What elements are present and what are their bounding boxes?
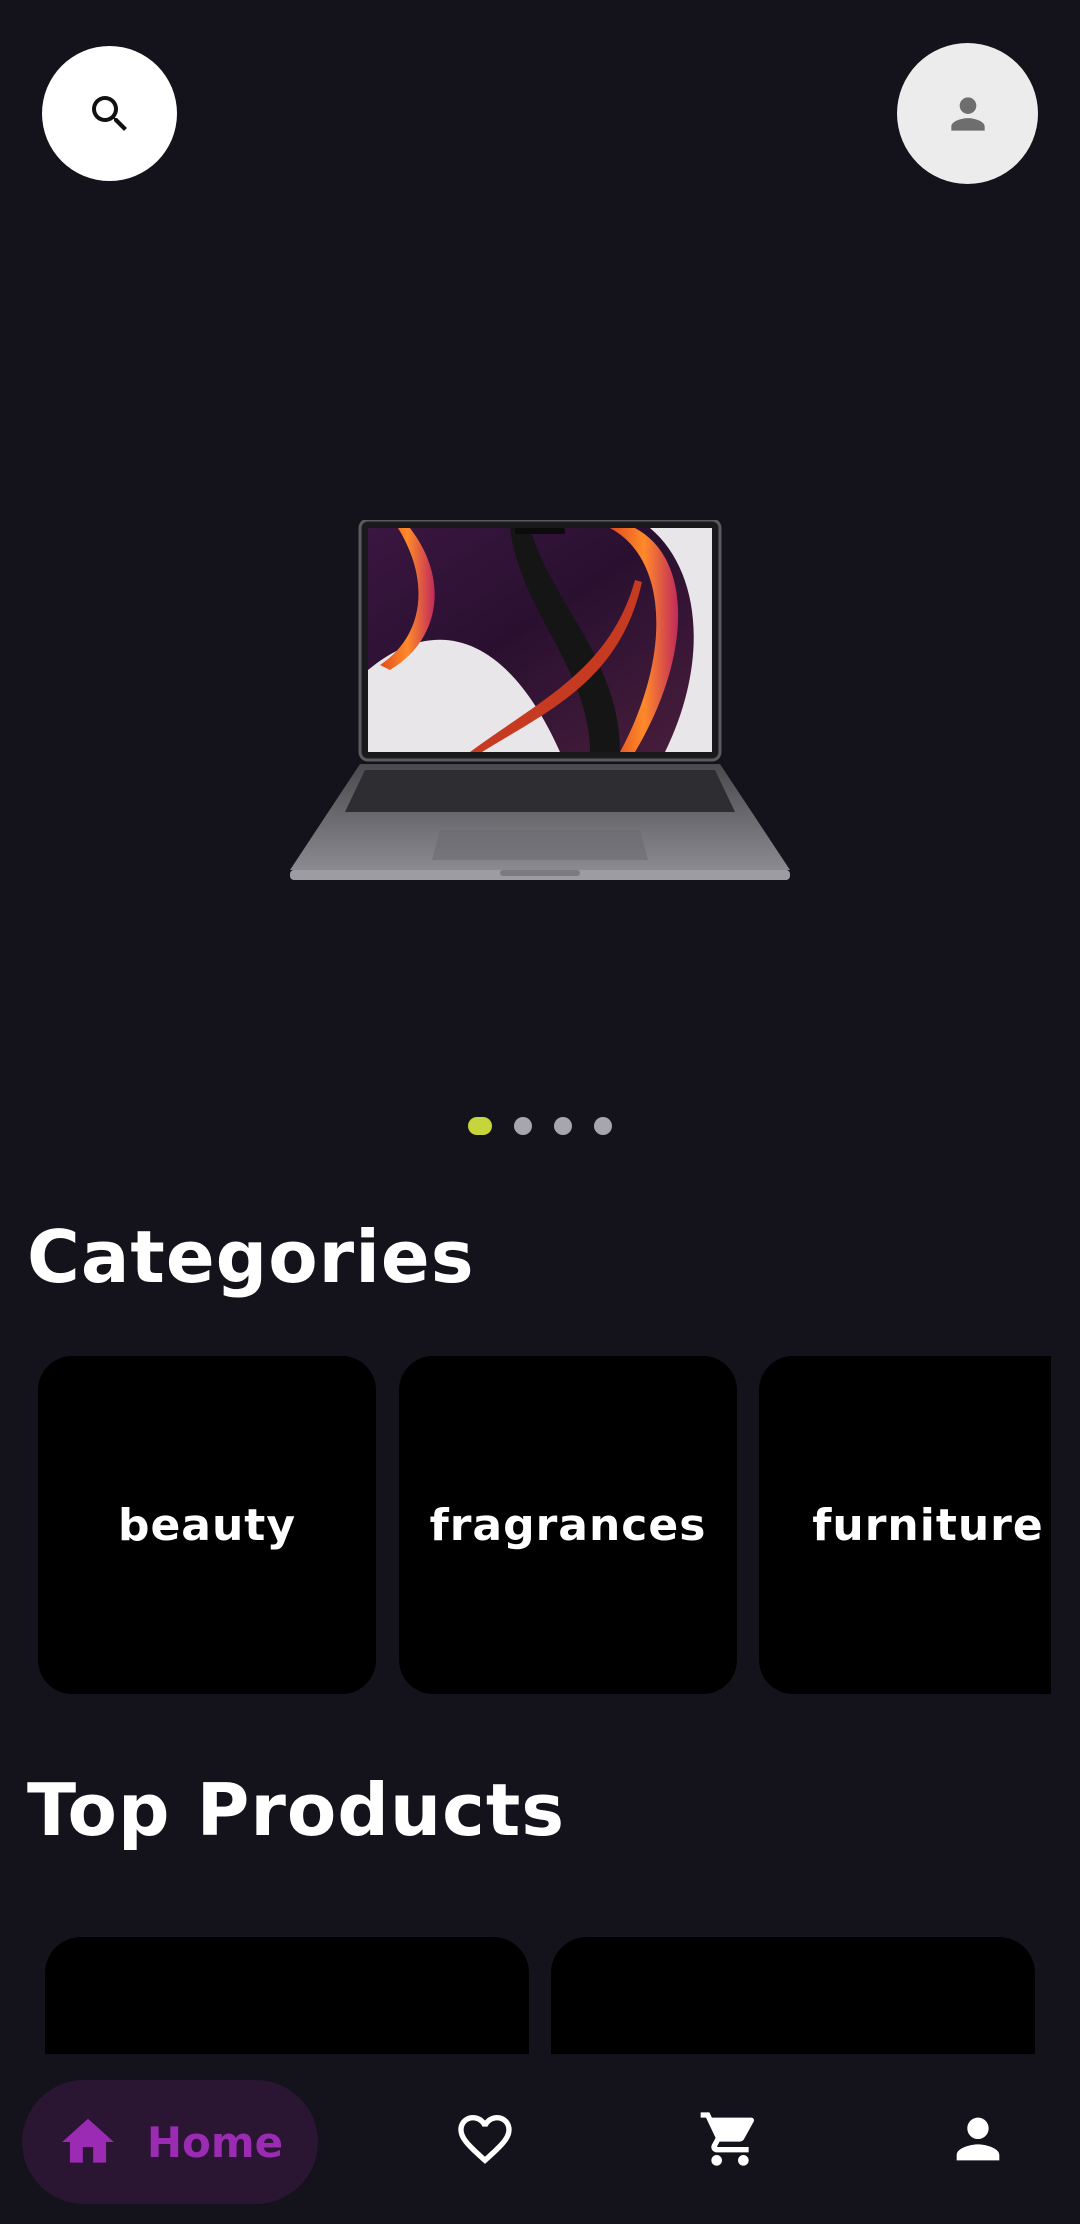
- bottom-navigation: Home: [0, 2054, 1080, 2224]
- nav-item-label: Home: [146, 2117, 284, 2167]
- category-card-furniture[interactable]: furniture: [759, 1356, 1051, 1694]
- carousel-indicator: [0, 1117, 1080, 1135]
- home-screen: Categories beauty fragrances furniture T…: [0, 0, 1080, 2224]
- carousel-dot[interactable]: [594, 1117, 612, 1135]
- laptop-image: [290, 520, 790, 880]
- search-icon: [91, 95, 127, 131]
- carousel-dot-active[interactable]: [468, 1117, 492, 1135]
- nav-item-cart[interactable]: [698, 2107, 762, 2171]
- nav-item-favorites[interactable]: [453, 2107, 517, 2171]
- nav-item-profile[interactable]: [946, 2107, 1010, 2171]
- categories-title: Categories: [27, 1215, 475, 1299]
- category-label: fragrances: [429, 1499, 707, 1551]
- profile-button[interactable]: [897, 43, 1038, 184]
- carousel-dot[interactable]: [514, 1117, 532, 1135]
- category-label: furniture: [812, 1499, 1044, 1551]
- category-card-fragrances[interactable]: fragrances: [399, 1356, 737, 1694]
- categories-list[interactable]: beauty fragrances furniture: [38, 1356, 1051, 1694]
- carousel-dot[interactable]: [554, 1117, 572, 1135]
- cart-icon: [700, 2112, 755, 2166]
- person-icon: [956, 2117, 1000, 2161]
- category-card-beauty[interactable]: beauty: [38, 1356, 376, 1694]
- heart-icon: [458, 2115, 512, 2164]
- category-label: beauty: [117, 1499, 297, 1551]
- top-products-title: Top Products: [27, 1768, 566, 1852]
- hero-carousel[interactable]: [0, 230, 1080, 1090]
- person-icon: [950, 96, 985, 131]
- nav-item-home[interactable]: Home: [22, 2080, 318, 2204]
- home-icon: [62, 2118, 114, 2163]
- search-button[interactable]: [42, 46, 177, 181]
